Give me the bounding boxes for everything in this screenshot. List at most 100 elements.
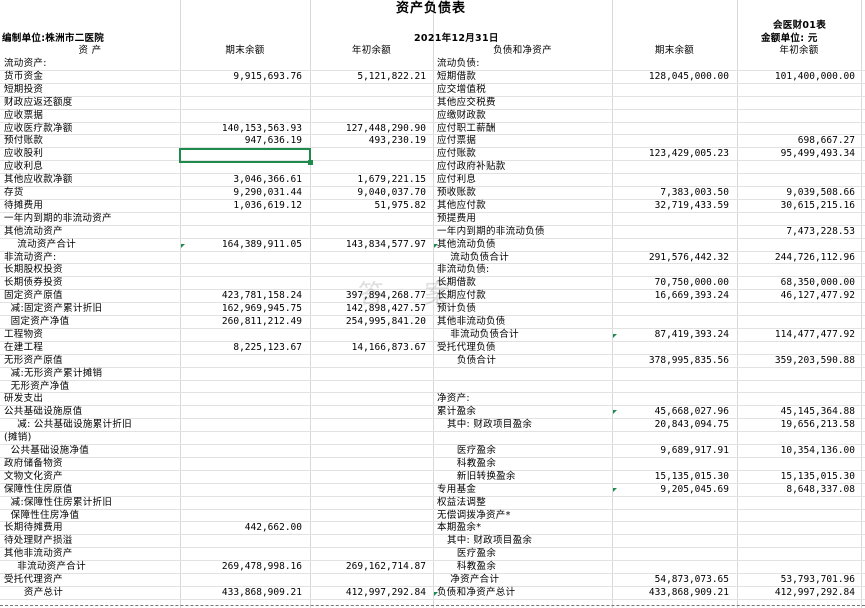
asset-label[interactable]: (摊销): [4, 432, 178, 444]
liability-begin-balance[interactable]: 45,145,364.88: [739, 406, 855, 418]
asset-label[interactable]: 减:保障性住房累计折旧: [4, 497, 178, 509]
liability-begin-balance[interactable]: 698,667.27: [739, 135, 855, 147]
asset-end-balance[interactable]: 260,811,212.49: [182, 316, 302, 328]
liability-begin-balance[interactable]: 412,997,292.84: [739, 587, 855, 599]
liability-label[interactable]: 受托代理负债: [437, 342, 609, 354]
asset-end-balance[interactable]: 8,225,123.67: [182, 342, 302, 354]
liability-label[interactable]: 其他流动负债: [437, 239, 609, 251]
liability-begin-balance[interactable]: 359,203,590.88: [739, 355, 855, 367]
asset-label[interactable]: 研发支出: [4, 393, 178, 405]
liability-label[interactable]: 其中: 财政项目盈余: [437, 419, 609, 431]
asset-end-balance[interactable]: 947,636.19: [182, 135, 302, 147]
liability-label[interactable]: 流动负债合计: [437, 252, 609, 264]
liability-label[interactable]: 本期盈余*: [437, 522, 609, 534]
liability-end-balance[interactable]: 123,429,005.23: [614, 148, 729, 160]
asset-label[interactable]: 长期股权投资: [4, 264, 178, 276]
asset-label[interactable]: 长期债券投资: [4, 277, 178, 289]
liability-begin-balance[interactable]: 9,039,508.66: [739, 187, 855, 199]
asset-label[interactable]: 公共基础设施原值: [4, 406, 178, 418]
liability-begin-balance[interactable]: 15,135,015.30: [739, 471, 855, 483]
liability-label[interactable]: 应付职工薪酬: [437, 123, 609, 135]
asset-begin-balance[interactable]: 51,975.82: [312, 200, 426, 212]
liability-begin-balance[interactable]: 244,726,112.96: [739, 252, 855, 264]
asset-label[interactable]: 固定资产原值: [4, 290, 178, 302]
liability-end-balance[interactable]: 70,750,000.00: [614, 277, 729, 289]
asset-label[interactable]: 在建工程: [4, 342, 178, 354]
asset-label[interactable]: 减: 公共基础设施累计折旧: [4, 419, 178, 431]
asset-label[interactable]: 政府储备物资: [4, 458, 178, 470]
liability-begin-balance[interactable]: 30,615,215.16: [739, 200, 855, 212]
liability-label[interactable]: 其中: 财政项目盈余: [437, 535, 609, 547]
liability-end-balance[interactable]: 16,669,393.24: [614, 290, 729, 302]
asset-begin-balance[interactable]: 143,834,577.97: [312, 239, 426, 251]
asset-label[interactable]: 流动资产:: [4, 58, 178, 70]
liability-end-balance[interactable]: 87,419,393.24: [614, 329, 729, 341]
liability-begin-balance[interactable]: 19,656,213.58: [739, 419, 855, 431]
asset-begin-balance[interactable]: 269,162,714.87: [312, 561, 426, 573]
liability-label[interactable]: 无偿调拨净资产*: [437, 510, 609, 522]
liability-end-balance[interactable]: 291,576,442.32: [614, 252, 729, 264]
liability-begin-balance[interactable]: 101,400,000.00: [739, 71, 855, 83]
liability-label[interactable]: 其他应付款: [437, 200, 609, 212]
asset-end-balance[interactable]: 433,868,909.21: [182, 587, 302, 599]
asset-begin-balance[interactable]: 9,040,037.70: [312, 187, 426, 199]
asset-label[interactable]: 无形资产原值: [4, 355, 178, 367]
liability-label[interactable]: 非流动负债合计: [437, 329, 609, 341]
liability-label[interactable]: 一年内到期的非流动负债: [437, 226, 609, 238]
asset-end-balance[interactable]: 3,046,366.61: [182, 174, 302, 186]
asset-label[interactable]: 存货: [4, 187, 178, 199]
asset-end-balance[interactable]: 9,915,693.76: [182, 71, 302, 83]
liability-end-balance[interactable]: 45,668,027.96: [614, 406, 729, 418]
liability-end-balance[interactable]: 433,868,909.21: [614, 587, 729, 599]
asset-begin-balance[interactable]: 254,995,841.20: [312, 316, 426, 328]
asset-label[interactable]: 减:固定资产累计折旧: [4, 303, 178, 315]
asset-begin-balance[interactable]: 127,448,290.90: [312, 123, 426, 135]
asset-label[interactable]: 其他非流动资产: [4, 548, 178, 560]
asset-begin-balance[interactable]: 5,121,822.21: [312, 71, 426, 83]
liability-label[interactable]: 短期借款: [437, 71, 609, 83]
liability-label[interactable]: 累计盈余: [437, 406, 609, 418]
liability-begin-balance[interactable]: 10,354,136.00: [739, 445, 855, 457]
asset-label[interactable]: 其他流动资产: [4, 226, 178, 238]
asset-label[interactable]: 固定资产净值: [4, 316, 178, 328]
liability-label[interactable]: 科教盈余: [437, 561, 609, 573]
liability-end-balance[interactable]: 378,995,835.56: [614, 355, 729, 367]
asset-begin-balance[interactable]: 493,230.19: [312, 135, 426, 147]
liability-end-balance[interactable]: 15,135,015.30: [614, 471, 729, 483]
liability-label[interactable]: 医疗盈余: [437, 548, 609, 560]
liability-begin-balance[interactable]: 95,499,493.34: [739, 148, 855, 160]
asset-begin-balance[interactable]: 412,997,292.84: [312, 587, 426, 599]
liability-end-balance[interactable]: 32,719,433.59: [614, 200, 729, 212]
liability-label[interactable]: 预提费用: [437, 213, 609, 225]
asset-label[interactable]: 应收利息: [4, 161, 178, 173]
asset-label[interactable]: 资产总计: [4, 587, 178, 599]
liability-begin-balance[interactable]: 7,473,228.53: [739, 226, 855, 238]
liability-end-balance[interactable]: 9,689,917.91: [614, 445, 729, 457]
asset-end-balance[interactable]: 269,478,998.16: [182, 561, 302, 573]
liability-label[interactable]: 应缴财政款: [437, 110, 609, 122]
asset-label[interactable]: 受托代理资产: [4, 574, 178, 586]
asset-label[interactable]: 货币资金: [4, 71, 178, 83]
liability-label[interactable]: 应付利息: [437, 174, 609, 186]
asset-label[interactable]: 保障性住房原值: [4, 484, 178, 496]
asset-end-balance[interactable]: 140,153,563.93: [182, 123, 302, 135]
selected-cell[interactable]: [179, 148, 313, 165]
liability-label[interactable]: 负债合计: [437, 355, 609, 367]
asset-label[interactable]: 待摊费用: [4, 200, 178, 212]
asset-label[interactable]: 其他应收款净额: [4, 174, 178, 186]
asset-end-balance[interactable]: 162,969,945.75: [182, 303, 302, 315]
liability-label[interactable]: 应付票据: [437, 135, 609, 147]
liability-begin-balance[interactable]: 68,350,000.00: [739, 277, 855, 289]
liability-label[interactable]: 其他应交税费: [437, 97, 609, 109]
liability-begin-balance[interactable]: 53,793,701.96: [739, 574, 855, 586]
asset-label[interactable]: 非流动资产:: [4, 252, 178, 264]
liability-label[interactable]: 预收账款: [437, 187, 609, 199]
asset-label[interactable]: 公共基础设施净值: [4, 445, 178, 457]
liability-begin-balance[interactable]: 46,127,477.92: [739, 290, 855, 302]
asset-label[interactable]: 保障性住房净值: [4, 510, 178, 522]
asset-label[interactable]: 财政应返还额度: [4, 97, 178, 109]
asset-end-balance[interactable]: 164,389,911.05: [182, 239, 302, 251]
asset-label[interactable]: 非流动资产合计: [4, 561, 178, 573]
liability-label[interactable]: 净资产合计: [437, 574, 609, 586]
asset-label[interactable]: 工程物资: [4, 329, 178, 341]
